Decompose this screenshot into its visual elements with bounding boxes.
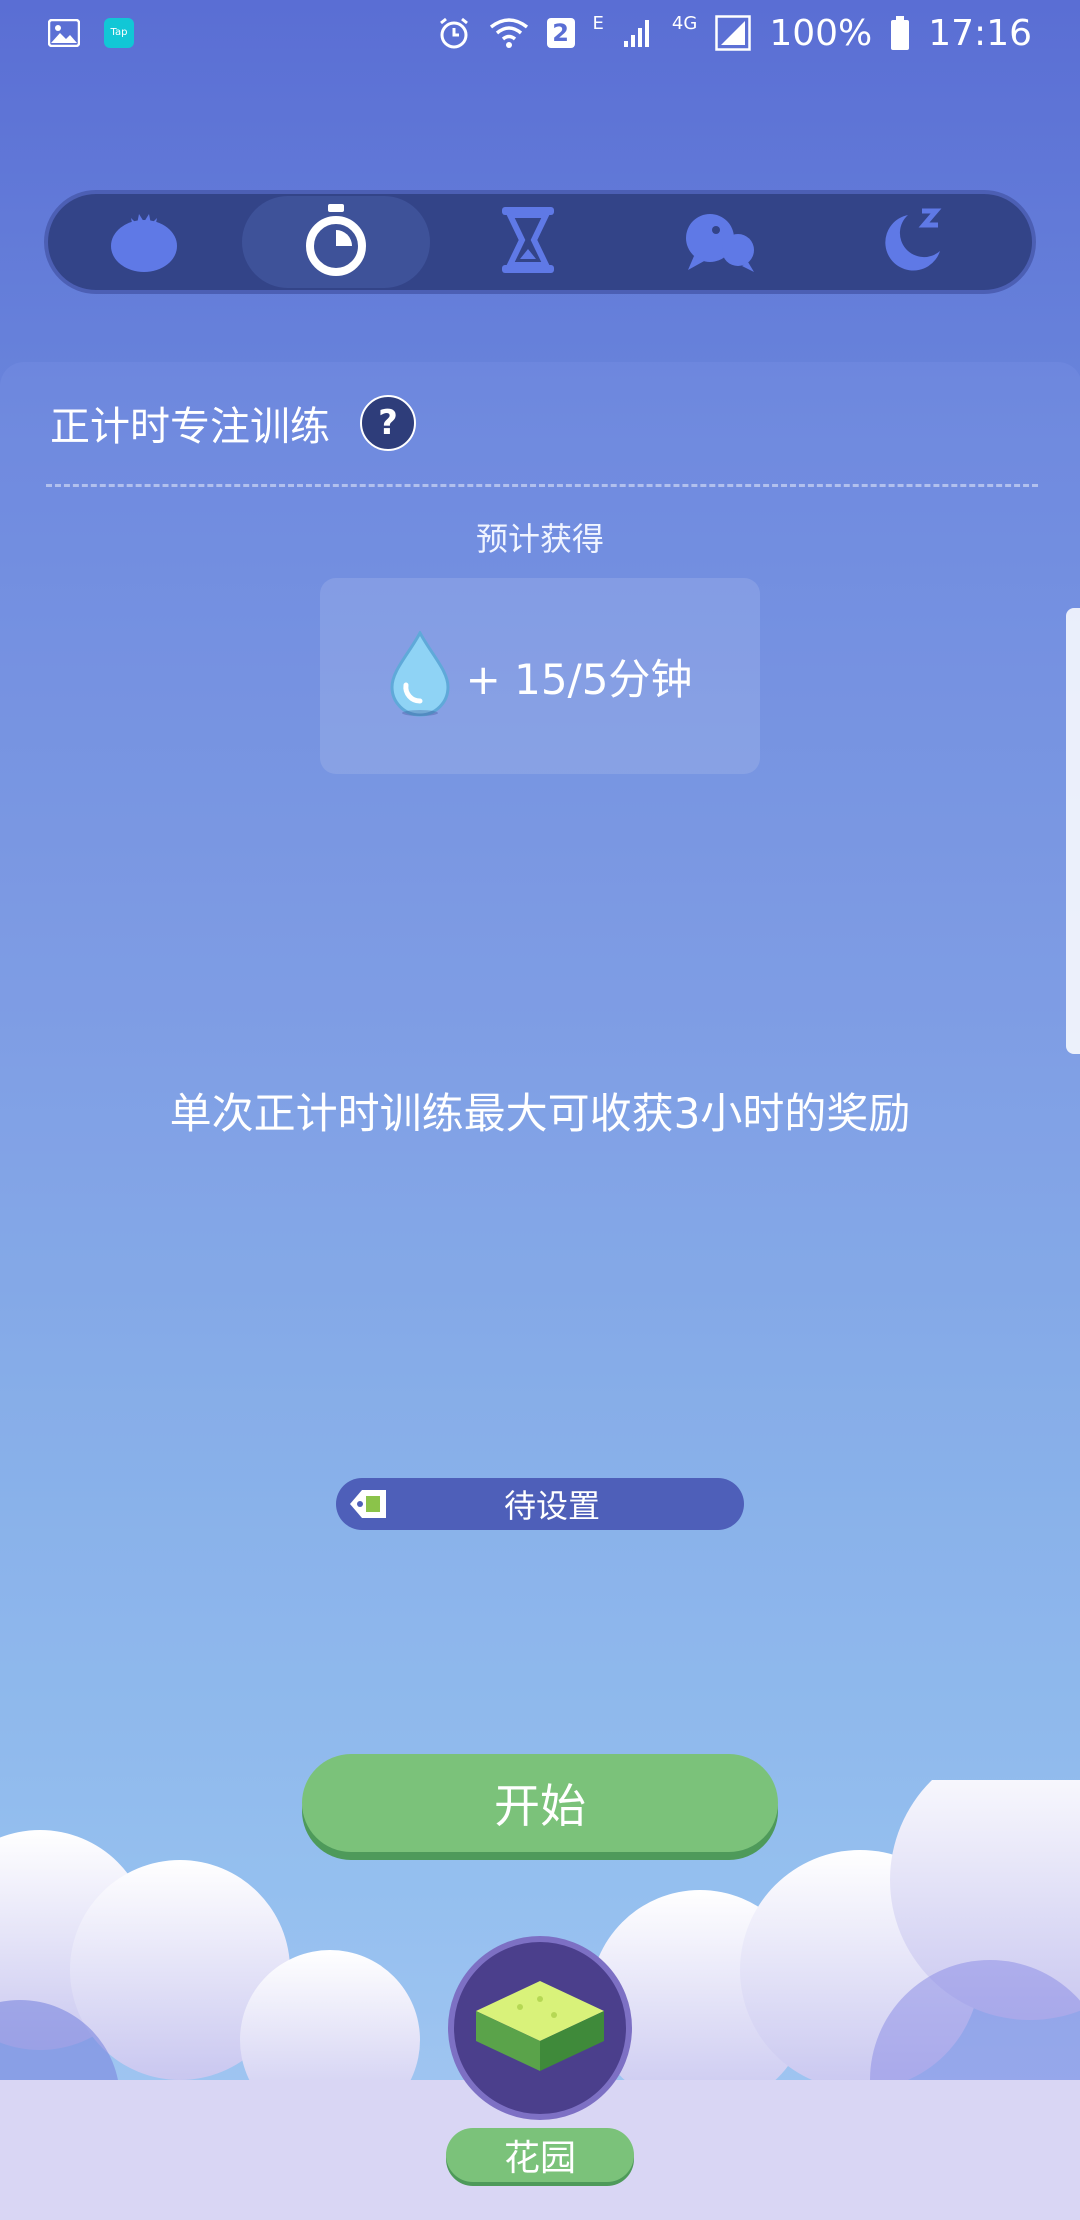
chat-bubbles-icon	[682, 208, 758, 276]
tab-tomato[interactable]	[50, 196, 238, 288]
gallery-icon	[48, 19, 80, 47]
status-bar: Tap 2 E 4G 100% 17:16	[0, 0, 1080, 66]
alarm-icon	[437, 16, 471, 50]
stopwatch-icon	[304, 204, 368, 280]
garden-label[interactable]: 花园	[446, 2128, 634, 2182]
mode-switcher	[44, 190, 1036, 294]
tab-chat[interactable]	[626, 196, 814, 288]
divider	[46, 484, 1038, 487]
signal-box-icon	[715, 15, 752, 51]
help-button[interactable]: ?	[360, 395, 416, 451]
taptap-icon: Tap	[104, 18, 134, 48]
battery-percent: 100%	[769, 12, 873, 54]
network-type-e: E	[592, 12, 604, 34]
question-icon: ?	[378, 403, 398, 443]
water-drop-icon	[388, 629, 452, 721]
garden-button[interactable]	[448, 1936, 632, 2120]
wifi-icon	[489, 17, 529, 49]
tab-sleep[interactable]	[818, 196, 1006, 288]
tag-text: 待设置	[503, 1487, 600, 1525]
side-drawer-handle[interactable]	[1066, 608, 1080, 1054]
tab-stopwatch[interactable]	[242, 196, 430, 288]
app-screen: Tap 2 E 4G 100% 17:16 正计时专注训练 ? 预计获得 + 1…	[0, 0, 1080, 2220]
reward-tip: 单次正计时训练最大可收获3小时的奖励	[169, 1089, 911, 1138]
hourglass-icon	[498, 207, 558, 277]
grass-block-icon	[470, 1971, 610, 2085]
sim-badge: 2	[546, 18, 575, 48]
tomato-icon	[109, 208, 179, 276]
moon-sleep-icon	[878, 207, 946, 277]
tag-setting-pill[interactable]: 待设置	[336, 1478, 744, 1530]
network-type-4g: 4G	[671, 12, 698, 34]
card-title: 正计时专注训练	[50, 404, 330, 450]
start-button[interactable]: 开始	[302, 1754, 778, 1852]
battery-icon	[890, 16, 910, 50]
reward-text: + 15/5分钟	[465, 654, 693, 704]
signal-icon	[622, 17, 654, 49]
tab-hourglass[interactable]	[434, 196, 622, 288]
expected-reward-label: 预计获得	[475, 520, 604, 558]
reward-box: + 15/5分钟	[320, 578, 760, 774]
clock-time: 17:16	[928, 12, 1032, 54]
tag-icon	[346, 1486, 390, 1526]
